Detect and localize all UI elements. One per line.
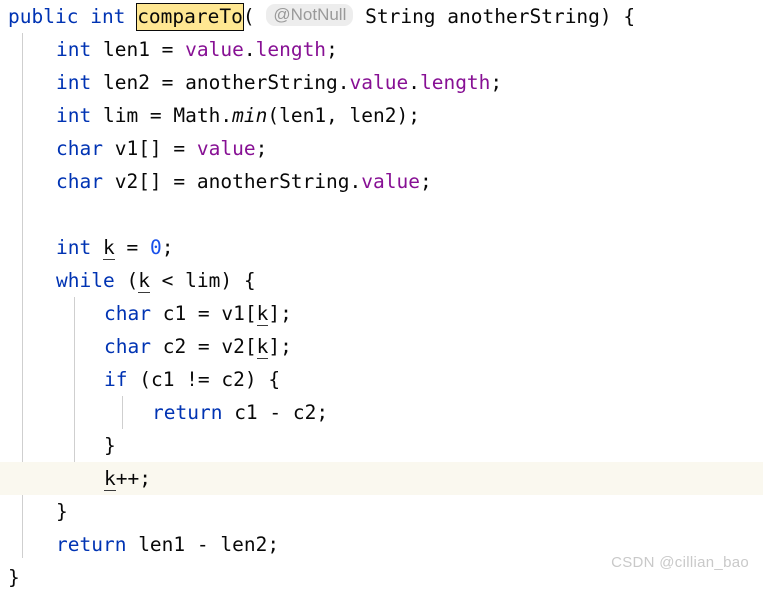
highlighted-symbol[interactable]: compareTo <box>136 3 244 31</box>
code-line-content: } <box>8 566 20 589</box>
code-token: int <box>56 104 92 127</box>
code-token: len2 = anotherString. <box>91 71 350 94</box>
code-line[interactable]: k++; <box>0 462 763 495</box>
code-line-content: char v2[] = anotherString.value; <box>8 170 432 193</box>
code-token: String anotherString) { <box>365 5 636 28</box>
code-token: if <box>104 368 128 391</box>
code-line-content: char c2 = v2[k]; <box>8 335 292 359</box>
code-line-content: int k = 0; <box>8 236 174 260</box>
code-token: } <box>56 500 68 523</box>
code-token: ( <box>114 269 139 292</box>
code-token: v1[] = <box>102 137 197 160</box>
code-token: value <box>196 137 256 160</box>
code-token: char <box>104 302 151 325</box>
code-token: ++; <box>115 467 151 490</box>
code-token: ( <box>242 5 255 28</box>
code-token: 0 <box>149 236 162 259</box>
code-token: value <box>361 170 420 193</box>
code-line-content: int lim = Math.min(len1, len2); <box>8 104 420 127</box>
code-lines[interactable]: public int compareTo( @NotNull String an… <box>0 0 763 594</box>
code-token: ; <box>326 38 338 61</box>
code-line-content: return c1 - c2; <box>8 401 328 424</box>
code-token: ]; <box>268 335 292 358</box>
code-token: char <box>56 137 103 160</box>
code-token: ; <box>419 170 432 193</box>
code-line-content: } <box>8 500 68 523</box>
code-token: char <box>104 335 151 358</box>
code-token: return <box>56 533 127 556</box>
code-token: lim = Math. <box>91 104 233 127</box>
code-token: length <box>419 71 491 94</box>
code-token: ; <box>161 236 174 259</box>
code-token: (c1 != c2) { <box>127 368 281 391</box>
code-token: v2[] = anotherString. <box>102 170 362 193</box>
code-line[interactable]: } <box>0 495 763 528</box>
code-token: } <box>8 566 20 589</box>
code-token: c1 - c2; <box>222 401 329 424</box>
code-line[interactable]: int lim = Math.min(len1, len2); <box>0 99 763 132</box>
code-line-content: k++; <box>8 467 151 491</box>
notnull-annotation-chip[interactable]: @NotNull <box>266 4 354 26</box>
code-token: int <box>90 5 126 28</box>
code-token: value <box>185 38 244 61</box>
code-line[interactable]: int k = 0; <box>0 231 763 264</box>
underlined-identifier[interactable]: k <box>104 467 116 491</box>
code-token: len1 - len2; <box>126 533 280 556</box>
code-token: ; <box>490 71 503 94</box>
code-token: value <box>349 71 409 94</box>
code-line[interactable]: return c1 - c2; <box>0 396 763 429</box>
underlined-identifier[interactable]: k <box>256 335 269 359</box>
code-line-content: int len2 = anotherString.value.length; <box>8 71 502 94</box>
code-token: ]; <box>268 302 292 325</box>
code-token: public <box>8 5 79 28</box>
code-line[interactable]: char v2[] = anotherString.value; <box>0 165 763 198</box>
code-token: } <box>104 434 116 457</box>
code-line-content: char v1[] = value; <box>8 137 267 160</box>
underlined-identifier[interactable]: k <box>138 269 150 293</box>
code-line[interactable]: char c1 = v1[k]; <box>0 297 763 330</box>
code-token: . <box>243 38 256 61</box>
code-token: (len1, len2); <box>267 104 420 127</box>
code-token: int <box>56 236 92 259</box>
code-token: int <box>56 71 92 94</box>
code-content-area[interactable]: public int compareTo( @NotNull String an… <box>0 0 763 591</box>
code-token: length <box>255 38 327 61</box>
code-line-content: public int compareTo( @NotNull String an… <box>8 3 636 31</box>
code-token: return <box>152 401 223 424</box>
code-editor[interactable]: public int compareTo( @NotNull String an… <box>0 0 763 591</box>
code-line-content: if (c1 != c2) { <box>8 368 280 391</box>
code-token: c1 = v1[ <box>150 302 257 325</box>
underlined-identifier[interactable]: k <box>256 302 269 326</box>
code-line-content: int len1 = value.length; <box>8 38 338 61</box>
code-line[interactable]: public int compareTo( @NotNull String an… <box>0 0 763 33</box>
code-token: . <box>408 71 420 94</box>
code-token: len1 = <box>91 38 186 61</box>
underlined-identifier[interactable]: k <box>102 236 115 260</box>
code-line-content: char c1 = v1[k]; <box>8 302 292 326</box>
code-token: while <box>56 269 115 292</box>
csdn-watermark: CSDN @cillian_bao <box>611 554 749 571</box>
code-line[interactable]: int len1 = value.length; <box>0 33 763 66</box>
code-token: c2 = v2[ <box>150 335 257 358</box>
code-line[interactable]: while (k < lim) { <box>0 264 763 297</box>
code-token: int <box>56 38 92 61</box>
code-line-content: } <box>8 434 116 457</box>
code-line-content: return len1 - len2; <box>8 533 279 556</box>
code-line[interactable] <box>0 198 763 231</box>
code-line[interactable]: char c2 = v2[k]; <box>0 330 763 363</box>
code-line[interactable]: char v1[] = value; <box>0 132 763 165</box>
code-line-content: while (k < lim) { <box>8 269 256 293</box>
code-token: min <box>232 104 268 127</box>
code-line[interactable]: if (c1 != c2) { <box>0 363 763 396</box>
code-token: ; <box>255 137 268 160</box>
code-token: = <box>114 236 150 259</box>
code-line[interactable]: int len2 = anotherString.value.length; <box>0 66 763 99</box>
code-line[interactable]: } <box>0 429 763 462</box>
code-token: char <box>56 170 103 193</box>
code-token: < lim) { <box>149 269 256 292</box>
